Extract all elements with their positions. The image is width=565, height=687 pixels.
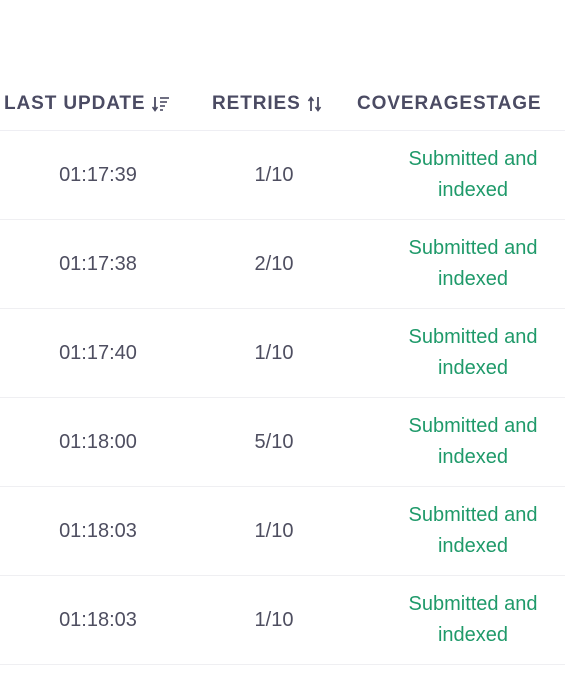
retries-cell: 1/10 [254, 163, 294, 186]
column-header-coverage-stage[interactable]: COVERAGESTAGE [357, 93, 541, 115]
coverage-stage-status: Submitted and indexed [408, 504, 538, 557]
table-row[interactable]: 01:17:38 2/10 Submitted and indexed [0, 220, 565, 309]
coverage-stage-status: Submitted and indexed [408, 326, 538, 379]
coverage-stage-status: Submitted and indexed [408, 593, 538, 646]
last-update-cell: 01:18:03 [59, 519, 137, 542]
last-update-cell: 01:17:40 [59, 341, 137, 364]
table-row[interactable]: 01:17:40 1/10 Submitted and indexed [0, 309, 565, 398]
column-header-retries[interactable]: RETRIES [212, 93, 323, 115]
table-row[interactable]: 01:18:03 1/10 Submitted and indexed [0, 576, 565, 665]
retries-cell: 1/10 [254, 519, 294, 542]
retries-cell: 5/10 [254, 430, 294, 453]
column-header-last-update[interactable]: LAST UPDATE [4, 93, 170, 115]
coverage-stage-status: Submitted and indexed [408, 148, 538, 201]
retries-cell: 2/10 [254, 252, 294, 275]
last-update-cell: 01:17:39 [59, 163, 137, 186]
table-row[interactable]: 01:18:03 1/10 Submitted and indexed [0, 487, 565, 576]
coverage-stage-status: Submitted and indexed [408, 415, 538, 468]
last-update-cell: 01:18:00 [59, 430, 137, 453]
sort-both-icon[interactable] [307, 96, 323, 112]
retries-cell: 1/10 [254, 341, 294, 364]
last-update-cell: 01:18:03 [59, 608, 137, 631]
sort-descending-icon[interactable] [151, 96, 170, 112]
table-header: LAST UPDATE RETRIES COVERAGESTAGE [0, 78, 565, 131]
table-row[interactable]: 01:18:00 5/10 Submitted and indexed [0, 398, 565, 487]
data-table: LAST UPDATE RETRIES COVERAGESTAGE 01:17:… [0, 78, 565, 665]
table-row[interactable]: 01:17:39 1/10 Submitted and indexed [0, 131, 565, 220]
last-update-cell: 01:17:38 [59, 252, 137, 275]
retries-cell: 1/10 [254, 608, 294, 631]
coverage-stage-status: Submitted and indexed [408, 237, 538, 290]
